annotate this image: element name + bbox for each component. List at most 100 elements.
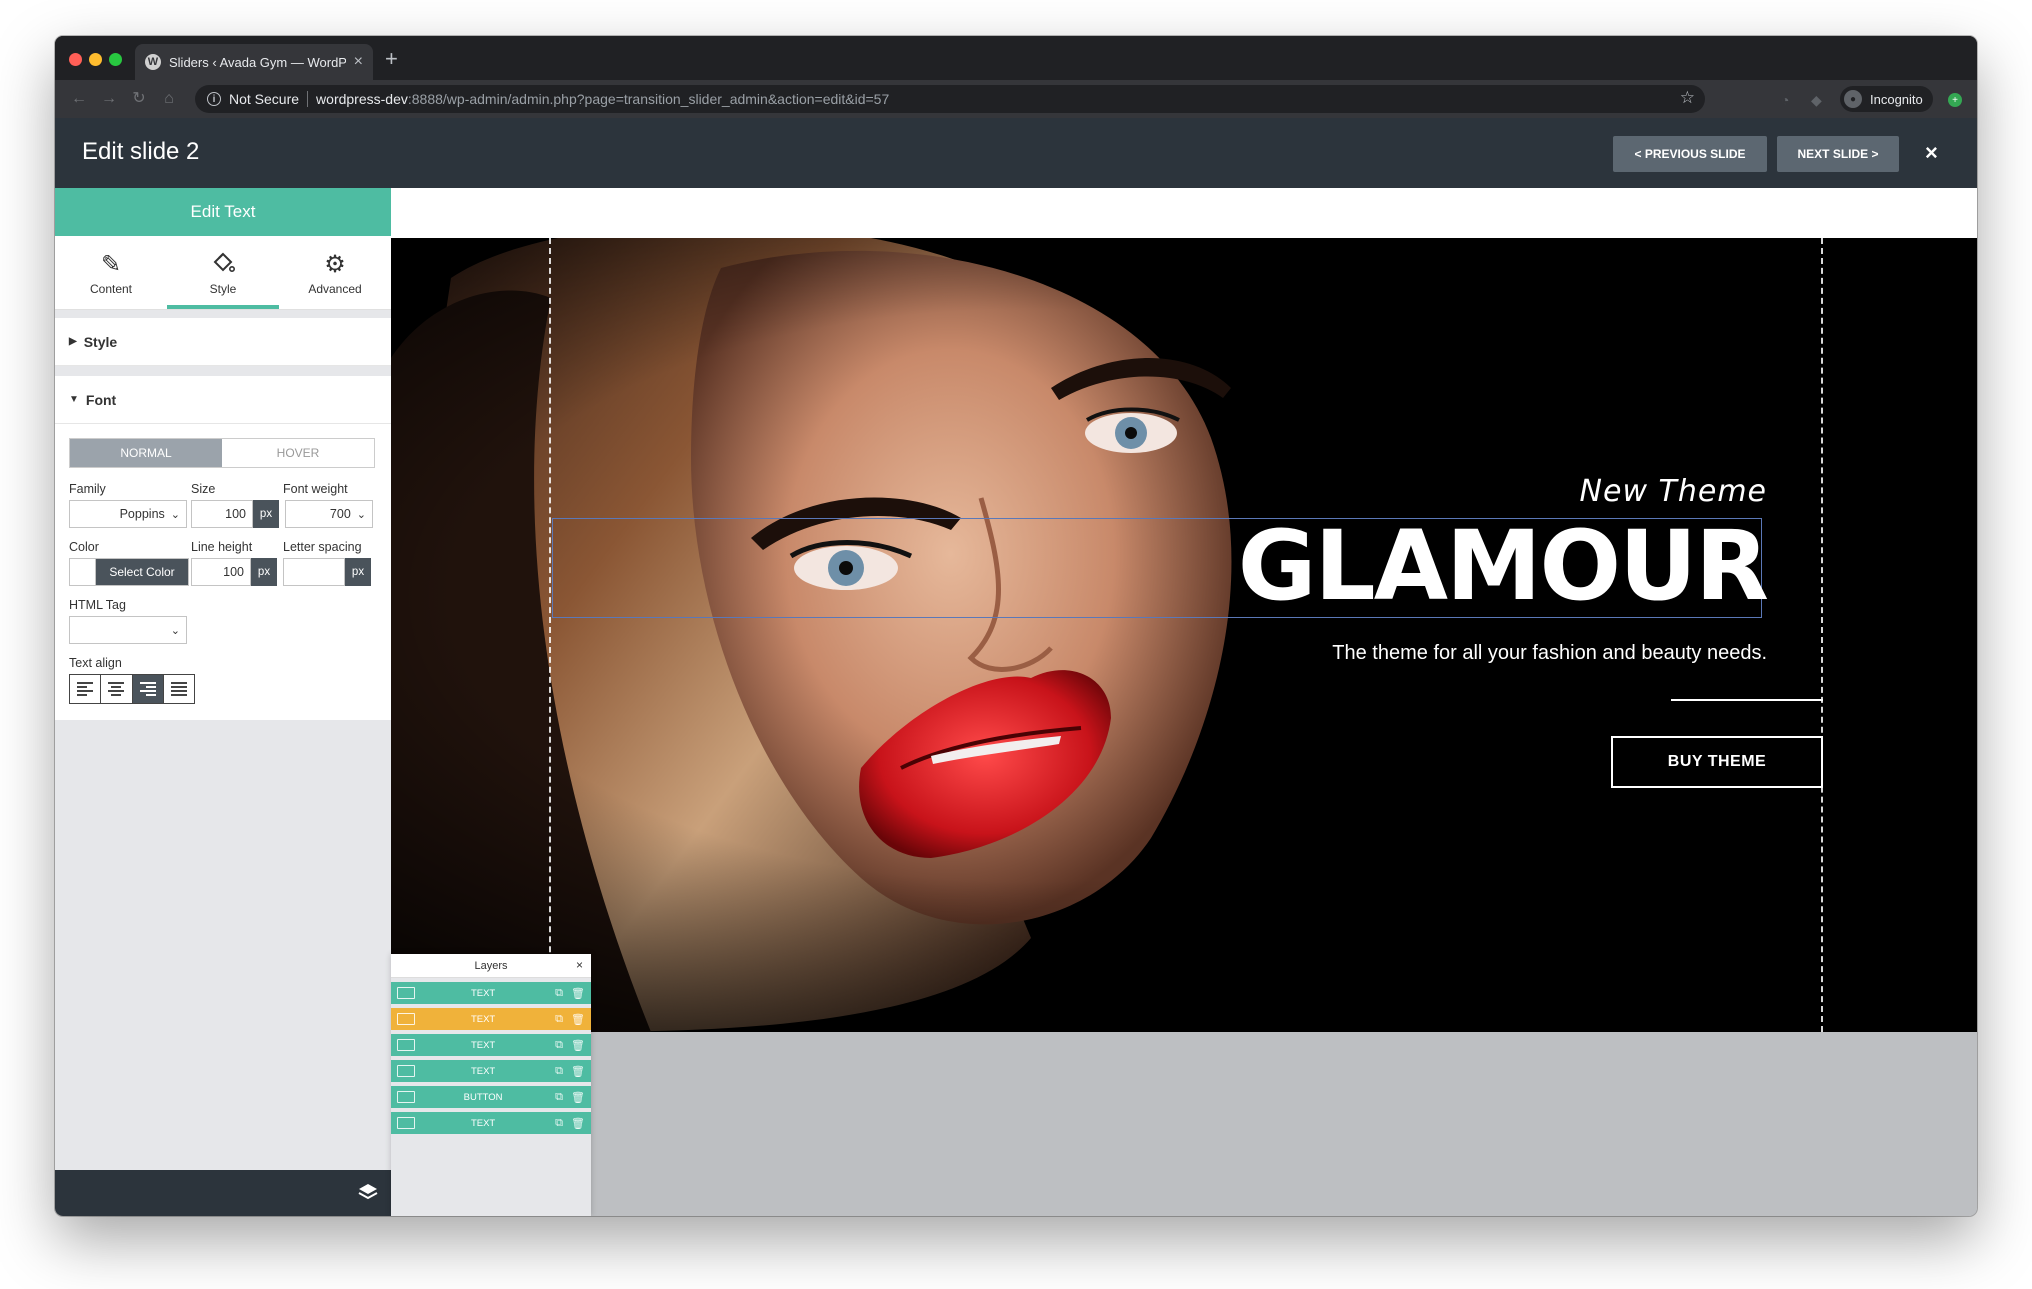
font-family-value: Poppins xyxy=(119,507,165,521)
layer-label: TEXT xyxy=(470,1039,496,1051)
right-guide-line xyxy=(1821,238,1823,1032)
maximize-window-button[interactable] xyxy=(109,53,122,66)
slide-divider[interactable] xyxy=(1671,699,1823,701)
caret-down-icon: ▼ xyxy=(69,394,79,405)
layer-row[interactable]: TEXT ⧉ 🗑 xyxy=(391,1112,591,1134)
tab-close-icon[interactable]: × xyxy=(354,53,363,71)
layer-row[interactable]: TEXT ⧉ 🗑 xyxy=(391,1060,591,1082)
font-weight-value: 700 xyxy=(329,507,351,521)
slide-tagline[interactable]: The theme for all your fashion and beaut… xyxy=(1332,642,1767,665)
tab-label: Content xyxy=(89,281,133,296)
html-tag-row: ⌄ xyxy=(69,616,377,644)
tab-style[interactable]: Style xyxy=(167,236,279,309)
font-section-toggle[interactable]: ▼ Font xyxy=(55,376,391,424)
trash-icon[interactable]: 🗑 xyxy=(571,1039,585,1052)
panel-title: Edit Text xyxy=(55,188,391,236)
browser-tab[interactable]: W Sliders ‹ Avada Gym — WordP × xyxy=(135,44,373,80)
home-icon[interactable]: ⌂ xyxy=(159,89,179,109)
back-icon[interactable]: ← xyxy=(69,89,89,109)
layer-label: BUTTON xyxy=(463,1091,503,1103)
slide-subtitle[interactable]: New Theme xyxy=(1580,474,1767,509)
text-align-group xyxy=(69,674,195,704)
size-unit[interactable]: px xyxy=(253,500,279,528)
close-window-button[interactable] xyxy=(69,53,82,66)
slide-preview[interactable]: New Theme GLAMOUR The theme for all your… xyxy=(391,238,1977,1032)
duplicate-icon[interactable]: ⧉ xyxy=(555,1039,563,1052)
new-tab-button[interactable]: + xyxy=(385,46,398,72)
layer-label: TEXT xyxy=(470,1065,496,1077)
section-divider xyxy=(55,366,391,376)
info-icon[interactable]: i xyxy=(207,92,221,106)
color-picker[interactable]: Select Color xyxy=(69,558,189,586)
layers-header: Layers × xyxy=(391,954,591,978)
duplicate-icon[interactable]: ⧉ xyxy=(555,1013,563,1026)
trash-icon[interactable]: 🗑 xyxy=(571,1117,585,1130)
style-section-toggle[interactable]: ▶ Style xyxy=(55,318,391,366)
trash-icon[interactable]: 🗑 xyxy=(571,1091,585,1104)
duplicate-icon[interactable]: ⧉ xyxy=(555,1091,563,1104)
page-title: Edit slide 2 xyxy=(82,138,200,165)
tab-strip: W Sliders ‹ Avada Gym — WordP × + xyxy=(55,36,1977,80)
hover-state-button[interactable]: HOVER xyxy=(222,439,374,467)
font-family-select[interactable]: Poppins ⌄ xyxy=(69,500,187,528)
duplicate-icon[interactable]: ⧉ xyxy=(555,1117,563,1130)
align-center-button[interactable] xyxy=(101,675,133,703)
align-right-button[interactable] xyxy=(132,675,164,703)
normal-state-button[interactable]: NORMAL xyxy=(70,439,222,467)
layer-row[interactable]: TEXT ⧉ 🗑 xyxy=(391,982,591,1004)
star-icon[interactable]: ☆ xyxy=(1680,88,1695,108)
layer-row[interactable]: BUTTON ⧉ 🗑 xyxy=(391,1086,591,1108)
line-height-unit[interactable]: px xyxy=(251,558,277,586)
chevron-down-icon: ⌄ xyxy=(170,508,180,521)
duplicate-icon[interactable]: ⧉ xyxy=(555,987,563,1000)
tab-content[interactable]: ✎ Content xyxy=(55,236,167,309)
tab-advanced[interactable]: ⚙ Advanced xyxy=(279,236,391,309)
line-height-input[interactable]: 100 xyxy=(191,558,251,586)
font-weight-label: Font weight xyxy=(283,482,348,496)
buy-theme-button[interactable]: BUY THEME xyxy=(1611,736,1823,788)
text-align-label: Text align xyxy=(69,656,122,670)
close-icon[interactable]: × xyxy=(1925,140,1938,166)
layer-row[interactable]: TEXT ⧉ 🗑 xyxy=(391,1008,591,1030)
font-size-input[interactable]: 100 xyxy=(191,500,253,528)
family-label: Family xyxy=(69,482,106,496)
tab-label: Style xyxy=(209,281,237,296)
trash-icon[interactable]: 🗑 xyxy=(571,1013,585,1026)
layer-row[interactable]: TEXT ⧉ 🗑 xyxy=(391,1034,591,1056)
minimize-window-button[interactable] xyxy=(89,53,102,66)
letter-spacing-input[interactable] xyxy=(283,558,345,586)
next-slide-button[interactable]: NEXT SLIDE > xyxy=(1777,136,1899,172)
section-label: Font xyxy=(85,391,117,408)
layers-icon[interactable] xyxy=(357,1182,379,1208)
letter-spacing-label: Letter spacing xyxy=(283,540,362,554)
extension-icon[interactable]: ◔ xyxy=(1781,92,1797,108)
font-weight-select[interactable]: 700 ⌄ xyxy=(285,500,373,528)
button-layer-icon xyxy=(397,1091,415,1103)
align-center-icon xyxy=(108,682,125,696)
align-justify-button[interactable] xyxy=(163,675,194,703)
address-bar[interactable]: i Not Secure wordpress-dev :8888/wp-admi… xyxy=(195,85,1705,113)
align-left-button[interactable] xyxy=(70,675,102,703)
slide-headline[interactable]: GLAMOUR xyxy=(1238,506,1769,626)
url-path: :8888/wp-admin/admin.php?page=transition… xyxy=(407,91,890,107)
select-color-button[interactable]: Select Color xyxy=(96,559,188,585)
reload-icon[interactable]: ↻ xyxy=(129,89,149,109)
trash-icon[interactable]: 🗑 xyxy=(571,1065,585,1078)
color-swatch[interactable] xyxy=(70,559,96,585)
tab-label: Advanced xyxy=(308,281,362,296)
forward-icon[interactable]: → xyxy=(99,89,119,109)
previous-slide-button[interactable]: < PREVIOUS SLIDE xyxy=(1613,136,1767,172)
incognito-badge[interactable]: ● Incognito xyxy=(1840,86,1933,112)
editor-header: Edit slide 2 < PREVIOUS SLIDE NEXT SLIDE… xyxy=(55,118,1977,188)
edit-panel: Edit Text ✎ Content Style ⚙ Advanced ▶ S… xyxy=(55,188,391,1216)
layers-title: Layers xyxy=(474,959,508,972)
layers-panel: Layers × TEXT ⧉ 🗑 TEXT ⧉ 🗑 TEXT ⧉ 🗑 TEXT… xyxy=(391,954,591,1216)
duplicate-icon[interactable]: ⧉ xyxy=(555,1065,563,1078)
layers-close-icon[interactable]: × xyxy=(576,958,583,972)
trash-icon[interactable]: 🗑 xyxy=(571,987,585,1000)
extension-icon[interactable]: ◆ xyxy=(1811,92,1827,108)
text-layer-icon xyxy=(397,1039,415,1051)
letter-spacing-unit[interactable]: px xyxy=(345,558,371,586)
html-tag-select[interactable]: ⌄ xyxy=(69,616,187,644)
extension-status-icon[interactable]: + xyxy=(1948,93,1962,107)
